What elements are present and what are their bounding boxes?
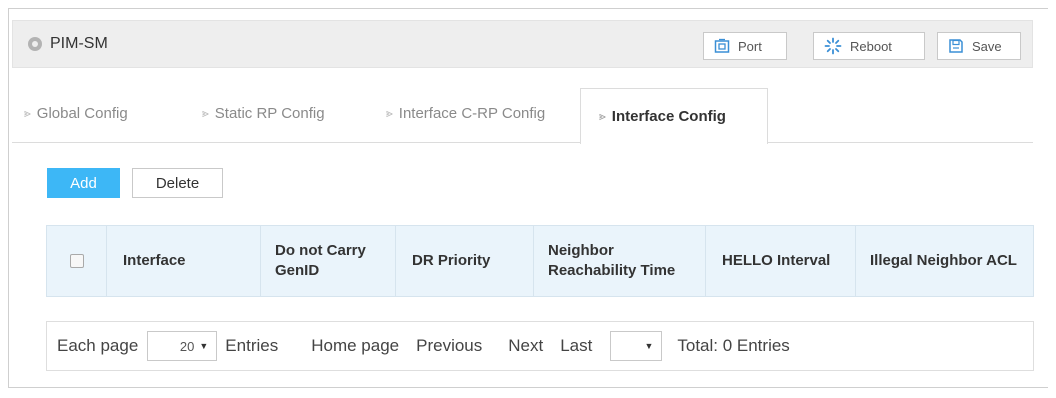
add-button[interactable]: Add bbox=[47, 168, 120, 198]
reboot-button-label: Reboot bbox=[850, 38, 892, 54]
tab-label: Interface C-RP Config bbox=[398, 105, 546, 122]
status-dot-icon bbox=[28, 37, 42, 51]
pagination-bar: Each page 20 ▼ Entries Home page Previou… bbox=[46, 321, 1034, 371]
reboot-button[interactable]: Reboot bbox=[813, 32, 925, 60]
port-button-label: Port bbox=[738, 38, 762, 54]
home-page-link[interactable]: Home page bbox=[311, 336, 399, 356]
page-size-select[interactable]: 20 ▼ bbox=[147, 331, 218, 361]
page-header: PIM-SM Port Reboot Save bbox=[12, 20, 1033, 68]
page-jump-select[interactable]: ▼ bbox=[610, 331, 663, 361]
page-size-value: 20 bbox=[179, 338, 195, 354]
column-header-hello-interval[interactable]: HELLO Interval bbox=[706, 226, 856, 296]
interface-table-header: Interface Do not Carry GenID DR Priority… bbox=[46, 225, 1034, 297]
tab-arrow-icon: ⪢ bbox=[599, 109, 606, 123]
save-button[interactable]: Save bbox=[937, 32, 1021, 60]
tab-bar: ⪢ Global Config ⪢ Static RP Config ⪢ Int… bbox=[12, 88, 1033, 144]
tab-arrow-icon: ⪢ bbox=[24, 106, 31, 120]
column-header-interface[interactable]: Interface bbox=[107, 226, 261, 296]
caret-down-icon: ▼ bbox=[644, 341, 654, 351]
tab-arrow-icon: ⪢ bbox=[202, 106, 209, 120]
reboot-icon bbox=[824, 37, 842, 55]
caret-down-icon: ▼ bbox=[199, 341, 209, 351]
tab-arrow-icon: ⪢ bbox=[386, 106, 393, 120]
select-all-cell bbox=[47, 226, 107, 296]
delete-button[interactable]: Delete bbox=[132, 168, 223, 198]
each-page-label: Each page bbox=[57, 336, 139, 355]
column-header-neighbor-reachability-time[interactable]: Neighbor Reachability Time bbox=[534, 226, 706, 296]
tab-label: Static RP Config bbox=[214, 105, 325, 122]
tab-static-rp-config[interactable]: ⪢ Static RP Config bbox=[188, 88, 372, 139]
column-header-dr-priority[interactable]: DR Priority bbox=[396, 226, 534, 296]
tab-label: Interface Config bbox=[611, 108, 726, 125]
port-button[interactable]: Port bbox=[703, 32, 787, 60]
tab-label: Global Config bbox=[36, 105, 128, 122]
port-icon bbox=[714, 38, 730, 53]
save-icon bbox=[949, 39, 963, 53]
save-button-label: Save bbox=[972, 38, 1002, 54]
next-page-link[interactable]: Next bbox=[508, 336, 543, 356]
panel-frame-bottom bbox=[8, 387, 1048, 388]
column-header-illegal-neighbor-acl[interactable]: Illegal Neighbor ACL bbox=[856, 226, 1033, 296]
previous-page-link[interactable]: Previous bbox=[416, 336, 482, 356]
entries-label: Entries bbox=[225, 336, 279, 355]
last-page-link[interactable]: Last bbox=[560, 336, 592, 356]
total-entries-label: Total: 0 Entries bbox=[677, 336, 790, 355]
tab-interface-c-rp-config[interactable]: ⪢ Interface C-RP Config bbox=[372, 88, 580, 139]
tab-interface-config[interactable]: ⪢ Interface Config bbox=[580, 88, 768, 144]
tab-global-config[interactable]: ⪢ Global Config bbox=[12, 88, 188, 139]
select-all-checkbox[interactable] bbox=[69, 254, 84, 268]
page-title: PIM-SM bbox=[50, 35, 108, 52]
column-header-do-not-carry-genid[interactable]: Do not Carry GenID bbox=[261, 226, 396, 296]
